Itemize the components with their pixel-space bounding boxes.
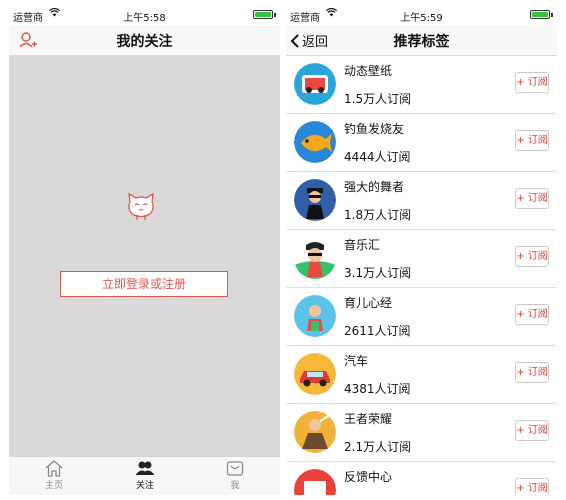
tag-name: 王者荣耀: [344, 412, 393, 426]
battery-icon: [530, 10, 550, 19]
right-screen: 运营商 上午5:59 返回 推荐标签 动态壁纸 1.5万人订阅 + 订阅 钓鱼发…: [286, 6, 557, 495]
list-item[interactable]: 动态壁纸 1.5万人订阅 + 订阅: [286, 56, 557, 114]
subscribe-button[interactable]: + 订阅: [515, 478, 549, 495]
car-avatar: [294, 353, 336, 395]
battery-tip: [274, 13, 276, 17]
subscriber-count: 4444人订阅: [344, 150, 411, 164]
list-item[interactable]: 汽车 4381人订阅 + 订阅: [286, 346, 557, 404]
tab-me[interactable]: 我: [205, 460, 265, 491]
list-item[interactable]: 反馈中心 + 订阅: [286, 462, 557, 495]
tab-home[interactable]: 主页: [24, 460, 84, 491]
tab-follow-label: 关注: [135, 481, 154, 491]
inbox-icon: [226, 461, 244, 476]
tab-me-label: 我: [230, 481, 240, 491]
tag-name: 钓鱼发烧友: [344, 122, 405, 136]
subscriber-count: 1.8万人订阅: [344, 208, 412, 222]
battery-icon: [253, 10, 273, 19]
tab-follow[interactable]: 关注: [115, 460, 175, 491]
fish-avatar: [294, 121, 336, 163]
tab-bar: 主页 关注 我: [9, 456, 280, 495]
status-time: 上午5:58: [123, 13, 166, 24]
list-item[interactable]: 王者荣耀 2.1万人订阅 + 订阅: [286, 404, 557, 462]
page-title: 我的关注: [116, 34, 173, 50]
tab-home-label: 主页: [44, 481, 63, 491]
parenting-avatar: [294, 295, 336, 337]
subscribe-button[interactable]: + 订阅: [515, 246, 549, 267]
music-avatar: [294, 237, 336, 279]
subscriber-count: 4381人订阅: [344, 382, 411, 396]
subscribe-button[interactable]: + 订阅: [515, 188, 549, 209]
tag-name: 动态壁纸: [344, 64, 393, 78]
subscriber-count: 2611人订阅: [344, 324, 411, 338]
people-icon: [135, 461, 155, 475]
status-bar: 运营商 上午5:58: [9, 6, 280, 25]
subscribe-button[interactable]: + 订阅: [515, 72, 549, 93]
tag-list: 动态壁纸 1.5万人订阅 + 订阅 钓鱼发烧友 4444人订阅 + 订阅 强大的…: [286, 56, 557, 495]
feedback-avatar: [294, 469, 336, 495]
tag-name: 强大的舞者: [344, 180, 405, 194]
tag-name: 音乐汇: [344, 238, 381, 252]
login-register-button[interactable]: 立即登录或注册: [60, 271, 228, 297]
game-avatar: [294, 411, 336, 453]
subscribe-button[interactable]: + 订阅: [515, 420, 549, 441]
dancer-avatar: [294, 179, 336, 221]
battery-tip: [551, 13, 553, 17]
list-item[interactable]: 音乐汇 3.1万人订阅 + 订阅: [286, 230, 557, 288]
car-wallpaper-avatar: [294, 63, 336, 105]
tag-name: 汽车: [344, 354, 369, 368]
home-icon: [45, 460, 63, 477]
page-title: 推荐标签: [393, 34, 450, 50]
list-item[interactable]: 育儿心经 2611人订阅 + 订阅: [286, 288, 557, 346]
subscribe-button[interactable]: + 订阅: [515, 130, 549, 151]
status-bar: 运营商 上午5:59: [286, 6, 557, 25]
subscribe-button[interactable]: + 订阅: [515, 304, 549, 325]
nav-bar: 返回 推荐标签: [286, 25, 557, 56]
subscriber-count: 1.5万人订阅: [344, 92, 412, 106]
list-item[interactable]: 钓鱼发烧友 4444人订阅 + 订阅: [286, 114, 557, 172]
status-time: 上午5:59: [400, 13, 443, 24]
cat-mascot-icon: [126, 192, 156, 221]
empty-follow-area: 立即登录或注册: [9, 56, 280, 456]
left-screen: 运营商 上午5:58 我的关注 立即登录或注册 主页 关注 我: [9, 6, 280, 495]
tag-name: 反馈中心: [344, 470, 393, 484]
nav-bar: 我的关注: [9, 25, 280, 56]
subscriber-count: 3.1万人订阅: [344, 266, 412, 280]
list-item[interactable]: 强大的舞者 1.8万人订阅 + 订阅: [286, 172, 557, 230]
tag-name: 育儿心经: [344, 296, 393, 310]
subscribe-button[interactable]: + 订阅: [515, 362, 549, 383]
subscriber-count: 2.1万人订阅: [344, 440, 412, 454]
